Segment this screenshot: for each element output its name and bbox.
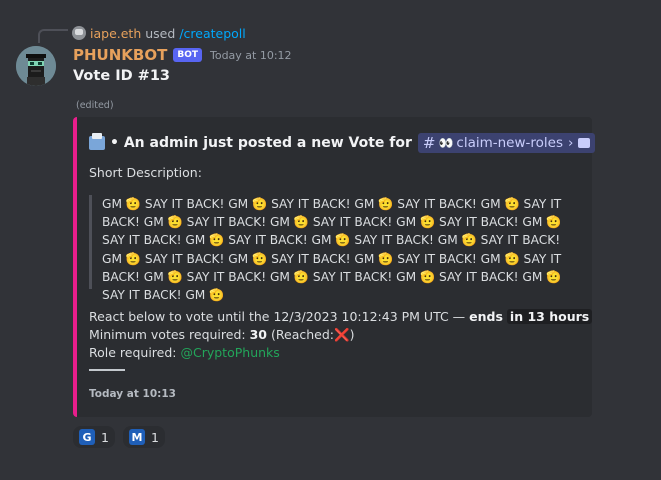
reaction-count: 1 [150, 429, 159, 445]
ends-label: ends [469, 309, 503, 324]
description-blockquote: GM 🫡 SAY IT BACK! GM 🫡 SAY IT BACK! GM 🫡… [89, 195, 563, 302]
role-required-label: Role required: [89, 345, 177, 360]
reply-used-text: used [145, 25, 176, 41]
embed-title-text: • An admin just posted a new Vote for [110, 135, 412, 151]
chat-bubble-icon [578, 138, 591, 148]
reaction-g[interactable]: G 1 [73, 426, 115, 448]
slash-command-link[interactable]: /createpoll [179, 26, 245, 41]
edited-label: (edited) [76, 100, 114, 111]
letter-g-emoji-icon: G [79, 429, 95, 445]
role-required-line: Role required: @CryptoPhunks [89, 344, 592, 362]
channel-hash-icon: # [422, 134, 436, 152]
message-text: Vote ID #13 [73, 68, 171, 84]
eyes-emoji-icon: 👀 [438, 136, 454, 150]
react-instruction: React below to vote until the 12/3/2023 … [89, 309, 466, 324]
punk-avatar-icon [16, 46, 56, 86]
min-votes-value: 30 [249, 327, 268, 342]
reply-reference[interactable]: iape.eth used /createpoll [72, 24, 246, 42]
embed-divider [89, 369, 125, 373]
reached-label: (Reached: [271, 327, 334, 342]
reaction-bar: G 1 M 1 [73, 426, 165, 448]
bot-avatar[interactable] [16, 46, 56, 86]
reaction-count: 1 [101, 429, 109, 445]
min-votes-line: Minimum votes required: 30 (Reached:❌) [89, 326, 592, 344]
channel-name: claim-new-roles [456, 135, 564, 151]
reached-close: ) [349, 327, 355, 342]
reply-connector-line [38, 29, 68, 43]
ends-countdown: in 13 hours [506, 309, 593, 324]
description-text: GM 🫡 SAY IT BACK! GM 🫡 SAY IT BACK! GM 🫡… [102, 197, 562, 303]
message-timestamp[interactable]: Today at 10:12 [210, 49, 292, 62]
vote-embed: • An admin just posted a new Vote for # … [73, 117, 596, 417]
letter-m-emoji-icon: M [128, 429, 145, 445]
channel-mention[interactable]: # 👀 claim-new-roles › [417, 133, 596, 153]
bot-badge: BOT [173, 48, 202, 62]
message-header: PHUNKBOT BOT Today at 10:12 [73, 46, 292, 64]
role-mention[interactable]: @CryptoPhunks [180, 345, 279, 360]
short-description-label: Short Description: [89, 165, 202, 180]
bot-username[interactable]: PHUNKBOT [73, 46, 167, 64]
embed-title: • An admin just posted a new Vote for # … [89, 133, 596, 153]
replied-user-avatar[interactable] [72, 26, 86, 40]
vote-info: React below to vote until the 12/3/2023 … [89, 308, 593, 362]
replied-username[interactable]: iape.eth [90, 26, 141, 41]
embed-footer-timestamp: Today at 10:13 [89, 388, 176, 400]
chevron-right-icon: › [568, 135, 574, 151]
min-votes-label: Minimum votes required: [89, 327, 246, 342]
inbox-tray-icon [89, 133, 105, 150]
reaction-m[interactable]: M 1 [122, 426, 165, 448]
vote-deadline-line: React below to vote until the 12/3/2023 … [89, 308, 593, 326]
cross-mark-icon: ❌ [333, 327, 350, 342]
